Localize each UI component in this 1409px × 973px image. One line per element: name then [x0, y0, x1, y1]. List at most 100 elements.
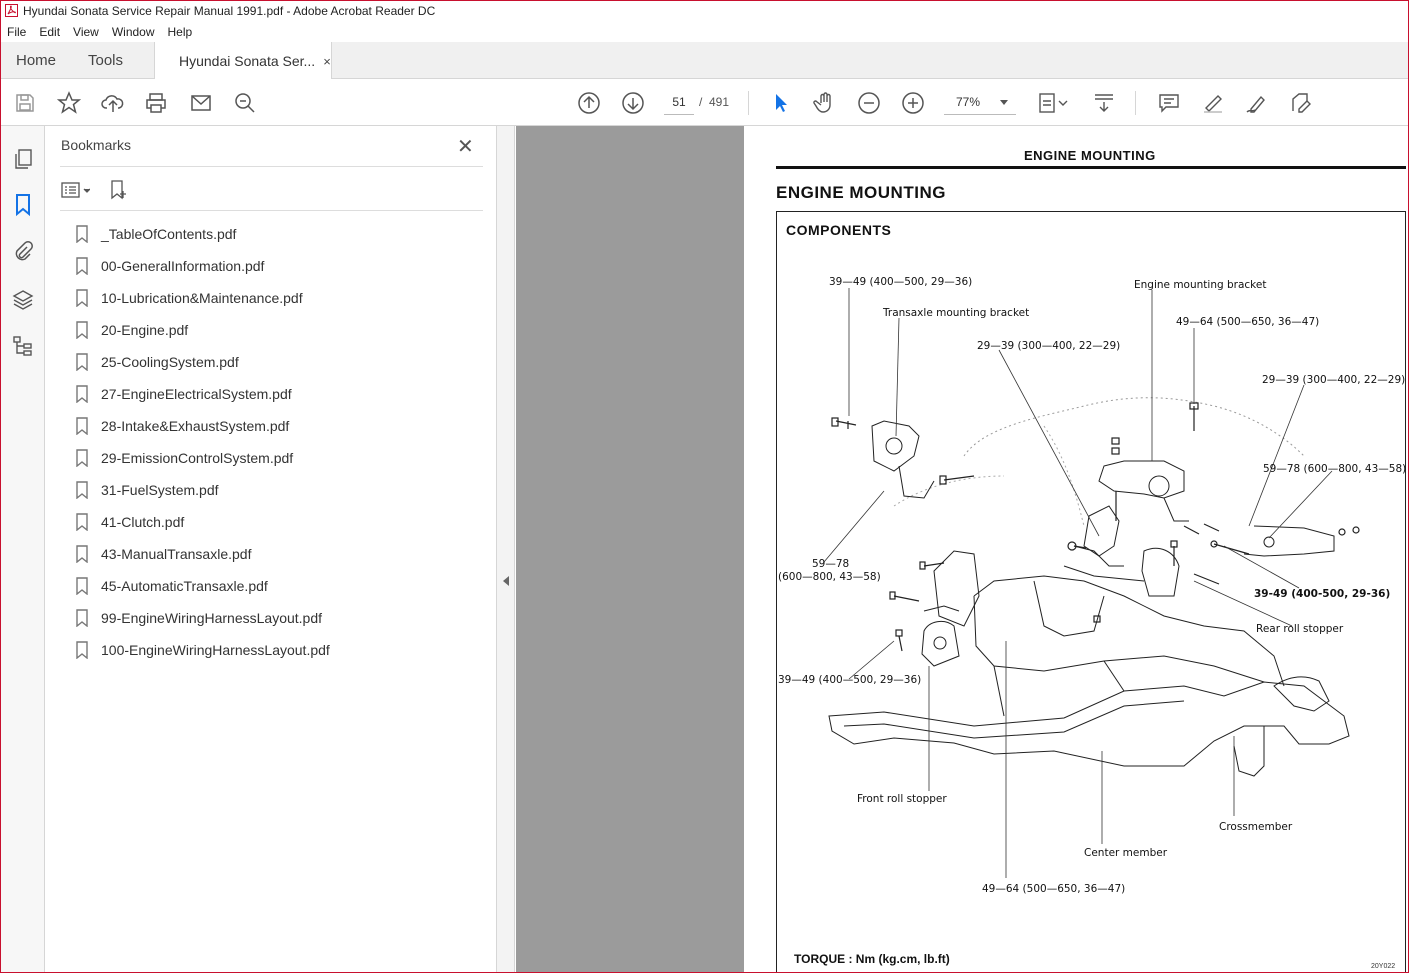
torque-label: 29—39 (300—400, 22—29) — [1262, 374, 1406, 386]
highlight-pen-icon[interactable] — [1200, 90, 1226, 116]
zoom-level-value: 77% — [956, 95, 981, 109]
page-fit-icon[interactable] — [1036, 90, 1072, 116]
part-label-transaxle-mounting-bracket: Transaxle mounting bracket — [883, 307, 1030, 319]
page-number-input[interactable]: 51 — [664, 93, 694, 115]
bookmark-item[interactable]: 10-Lubrication&Maintenance.pdf — [75, 282, 485, 314]
bookmark-icon — [75, 513, 89, 531]
bookmark-icon — [75, 545, 89, 563]
star-icon[interactable] — [56, 90, 82, 116]
bookmark-item[interactable]: 25-CoolingSystem.pdf — [75, 346, 485, 378]
bookmark-label: 20-Engine.pdf — [101, 322, 189, 338]
bookmark-options-icon[interactable] — [60, 180, 90, 200]
comment-icon[interactable] — [1156, 90, 1182, 116]
bookmark-item[interactable]: 28-Intake&ExhaustSystem.pdf — [75, 410, 485, 442]
tab-close-icon[interactable]: × — [323, 54, 331, 69]
part-label-engine-mounting-bracket: Engine mounting bracket — [1134, 279, 1267, 291]
acrobat-app-icon — [4, 4, 18, 18]
bookmark-icon — [75, 289, 89, 307]
bookmarks-title: Bookmarks — [61, 137, 132, 153]
bookmark-item[interactable]: 27-EngineElectricalSystem.pdf — [75, 378, 485, 410]
bookmark-icon — [75, 353, 89, 371]
bookmark-label: 27-EngineElectricalSystem.pdf — [101, 386, 292, 402]
zoom-in-icon[interactable] — [900, 90, 926, 116]
bookmark-item[interactable]: 41-Clutch.pdf — [75, 506, 485, 538]
bookmark-item[interactable]: 31-FuelSystem.pdf — [75, 474, 485, 506]
menu-file[interactable]: File — [0, 25, 32, 39]
page-thumbnails-icon[interactable] — [10, 146, 36, 172]
bookmark-item[interactable]: 00-GeneralInformation.pdf — [75, 250, 485, 282]
find-zoom-icon[interactable] — [232, 90, 258, 116]
window-title: Hyundai Sonata Service Repair Manual 199… — [23, 3, 436, 18]
chevron-down-icon — [1000, 100, 1008, 105]
divider — [60, 210, 483, 211]
document-viewport[interactable]: ENGINE MOUNTING ENGINE MOUNTING COMPONEN… — [516, 126, 1409, 973]
bookmark-item[interactable]: 20-Engine.pdf — [75, 314, 485, 346]
bookmarks-icon[interactable] — [10, 192, 36, 218]
bookmark-item[interactable]: 43-ManualTransaxle.pdf — [75, 538, 485, 570]
bookmark-label: 00-GeneralInformation.pdf — [101, 258, 265, 274]
bookmark-item[interactable]: 45-AutomaticTransaxle.pdf — [75, 570, 485, 602]
new-bookmark-icon[interactable] — [108, 179, 130, 201]
fill-and-sign-icon[interactable] — [1288, 90, 1314, 116]
bookmark-label: 45-AutomaticTransaxle.pdf — [101, 578, 268, 594]
page-separator: / — [699, 95, 703, 109]
bookmark-label: 25-CoolingSystem.pdf — [101, 354, 239, 370]
bookmark-label: 28-Intake&ExhaustSystem.pdf — [101, 418, 290, 434]
part-label-rear-roll-stopper: Rear roll stopper — [1256, 623, 1344, 635]
torque-label: (600—800, 43—58) — [778, 571, 881, 583]
email-icon[interactable] — [188, 90, 214, 116]
toolbar-divider — [1135, 91, 1136, 115]
bookmark-item[interactable]: 29-EmissionControlSystem.pdf — [75, 442, 485, 474]
bookmark-icon — [75, 225, 89, 243]
torque-units-note: TORQUE : Nm (kg.cm, lb.ft) — [794, 952, 950, 966]
next-page-icon[interactable] — [620, 90, 646, 116]
pdf-page: ENGINE MOUNTING ENGINE MOUNTING COMPONEN… — [744, 126, 1409, 973]
bookmark-icon — [75, 481, 89, 499]
save-icon[interactable] — [12, 90, 38, 116]
select-tool-icon[interactable] — [768, 90, 794, 116]
engine-mounting-diagram — [823, 288, 1360, 878]
zoom-level-select[interactable]: 77% — [944, 93, 1016, 115]
hand-tool-icon[interactable] — [812, 90, 838, 116]
tab-document[interactable]: Hyundai Sonata Ser... × — [154, 42, 332, 80]
bookmark-list: _TableOfContents.pdf 00-GeneralInformatio… — [75, 218, 485, 666]
bookmark-item[interactable]: 100-EngineWiringHarnessLayout.pdf — [75, 634, 485, 666]
menu-window[interactable]: Window — [105, 25, 161, 39]
menu-view[interactable]: View — [66, 25, 105, 39]
torque-label: 49—64 (500—650, 36—47) — [1176, 316, 1320, 328]
sign-icon[interactable] — [1244, 90, 1270, 116]
bookmark-icon — [75, 321, 89, 339]
bookmark-label: 100-EngineWiringHarnessLayout.pdf — [101, 642, 330, 658]
menu-edit[interactable]: Edit — [32, 25, 66, 39]
menu-help[interactable]: Help — [161, 25, 199, 39]
part-label-center-member: Center member — [1084, 847, 1168, 859]
tab-document-label: Hyundai Sonata Ser... — [179, 53, 316, 69]
bookmark-label: 99-EngineWiringHarnessLayout.pdf — [101, 610, 323, 626]
panel-splitter[interactable] — [497, 126, 515, 973]
bookmark-label: _TableOfContents.pdf — [101, 226, 237, 242]
bookmarks-toolbar — [60, 176, 130, 204]
tab-tools[interactable]: Tools — [88, 42, 123, 79]
part-label-front-roll-stopper: Front roll stopper — [857, 793, 947, 805]
attachments-icon[interactable] — [10, 238, 36, 264]
bookmark-icon — [75, 577, 89, 595]
zoom-out-icon[interactable] — [856, 90, 882, 116]
cloud-upload-icon[interactable] — [100, 90, 126, 116]
bookmark-item[interactable]: _TableOfContents.pdf — [75, 218, 485, 250]
torque-label: 59—78 — [812, 558, 850, 570]
bookmark-item[interactable]: 99-EngineWiringHarnessLayout.pdf — [75, 602, 485, 634]
bookmarks-panel: Bookmarks ✕ _TableOfContents.pdf 00-Gener… — [45, 126, 497, 973]
print-icon[interactable] — [143, 90, 169, 116]
bookmark-icon — [75, 257, 89, 275]
bookmark-icon — [75, 385, 89, 403]
layers-icon[interactable] — [10, 286, 36, 312]
figure-code: 20Y022 — [1371, 963, 1396, 970]
close-icon[interactable]: ✕ — [457, 134, 474, 159]
tab-home[interactable]: Home — [16, 42, 56, 79]
scroll-mode-icon[interactable] — [1091, 90, 1117, 116]
collapse-arrow-icon[interactable] — [503, 576, 509, 586]
previous-page-icon[interactable] — [576, 90, 602, 116]
content-tree-icon[interactable] — [10, 333, 36, 359]
menu-bar: File Edit View Window Help — [0, 21, 1409, 42]
torque-label: 39-49 (400-500, 29-36) — [1254, 588, 1391, 600]
